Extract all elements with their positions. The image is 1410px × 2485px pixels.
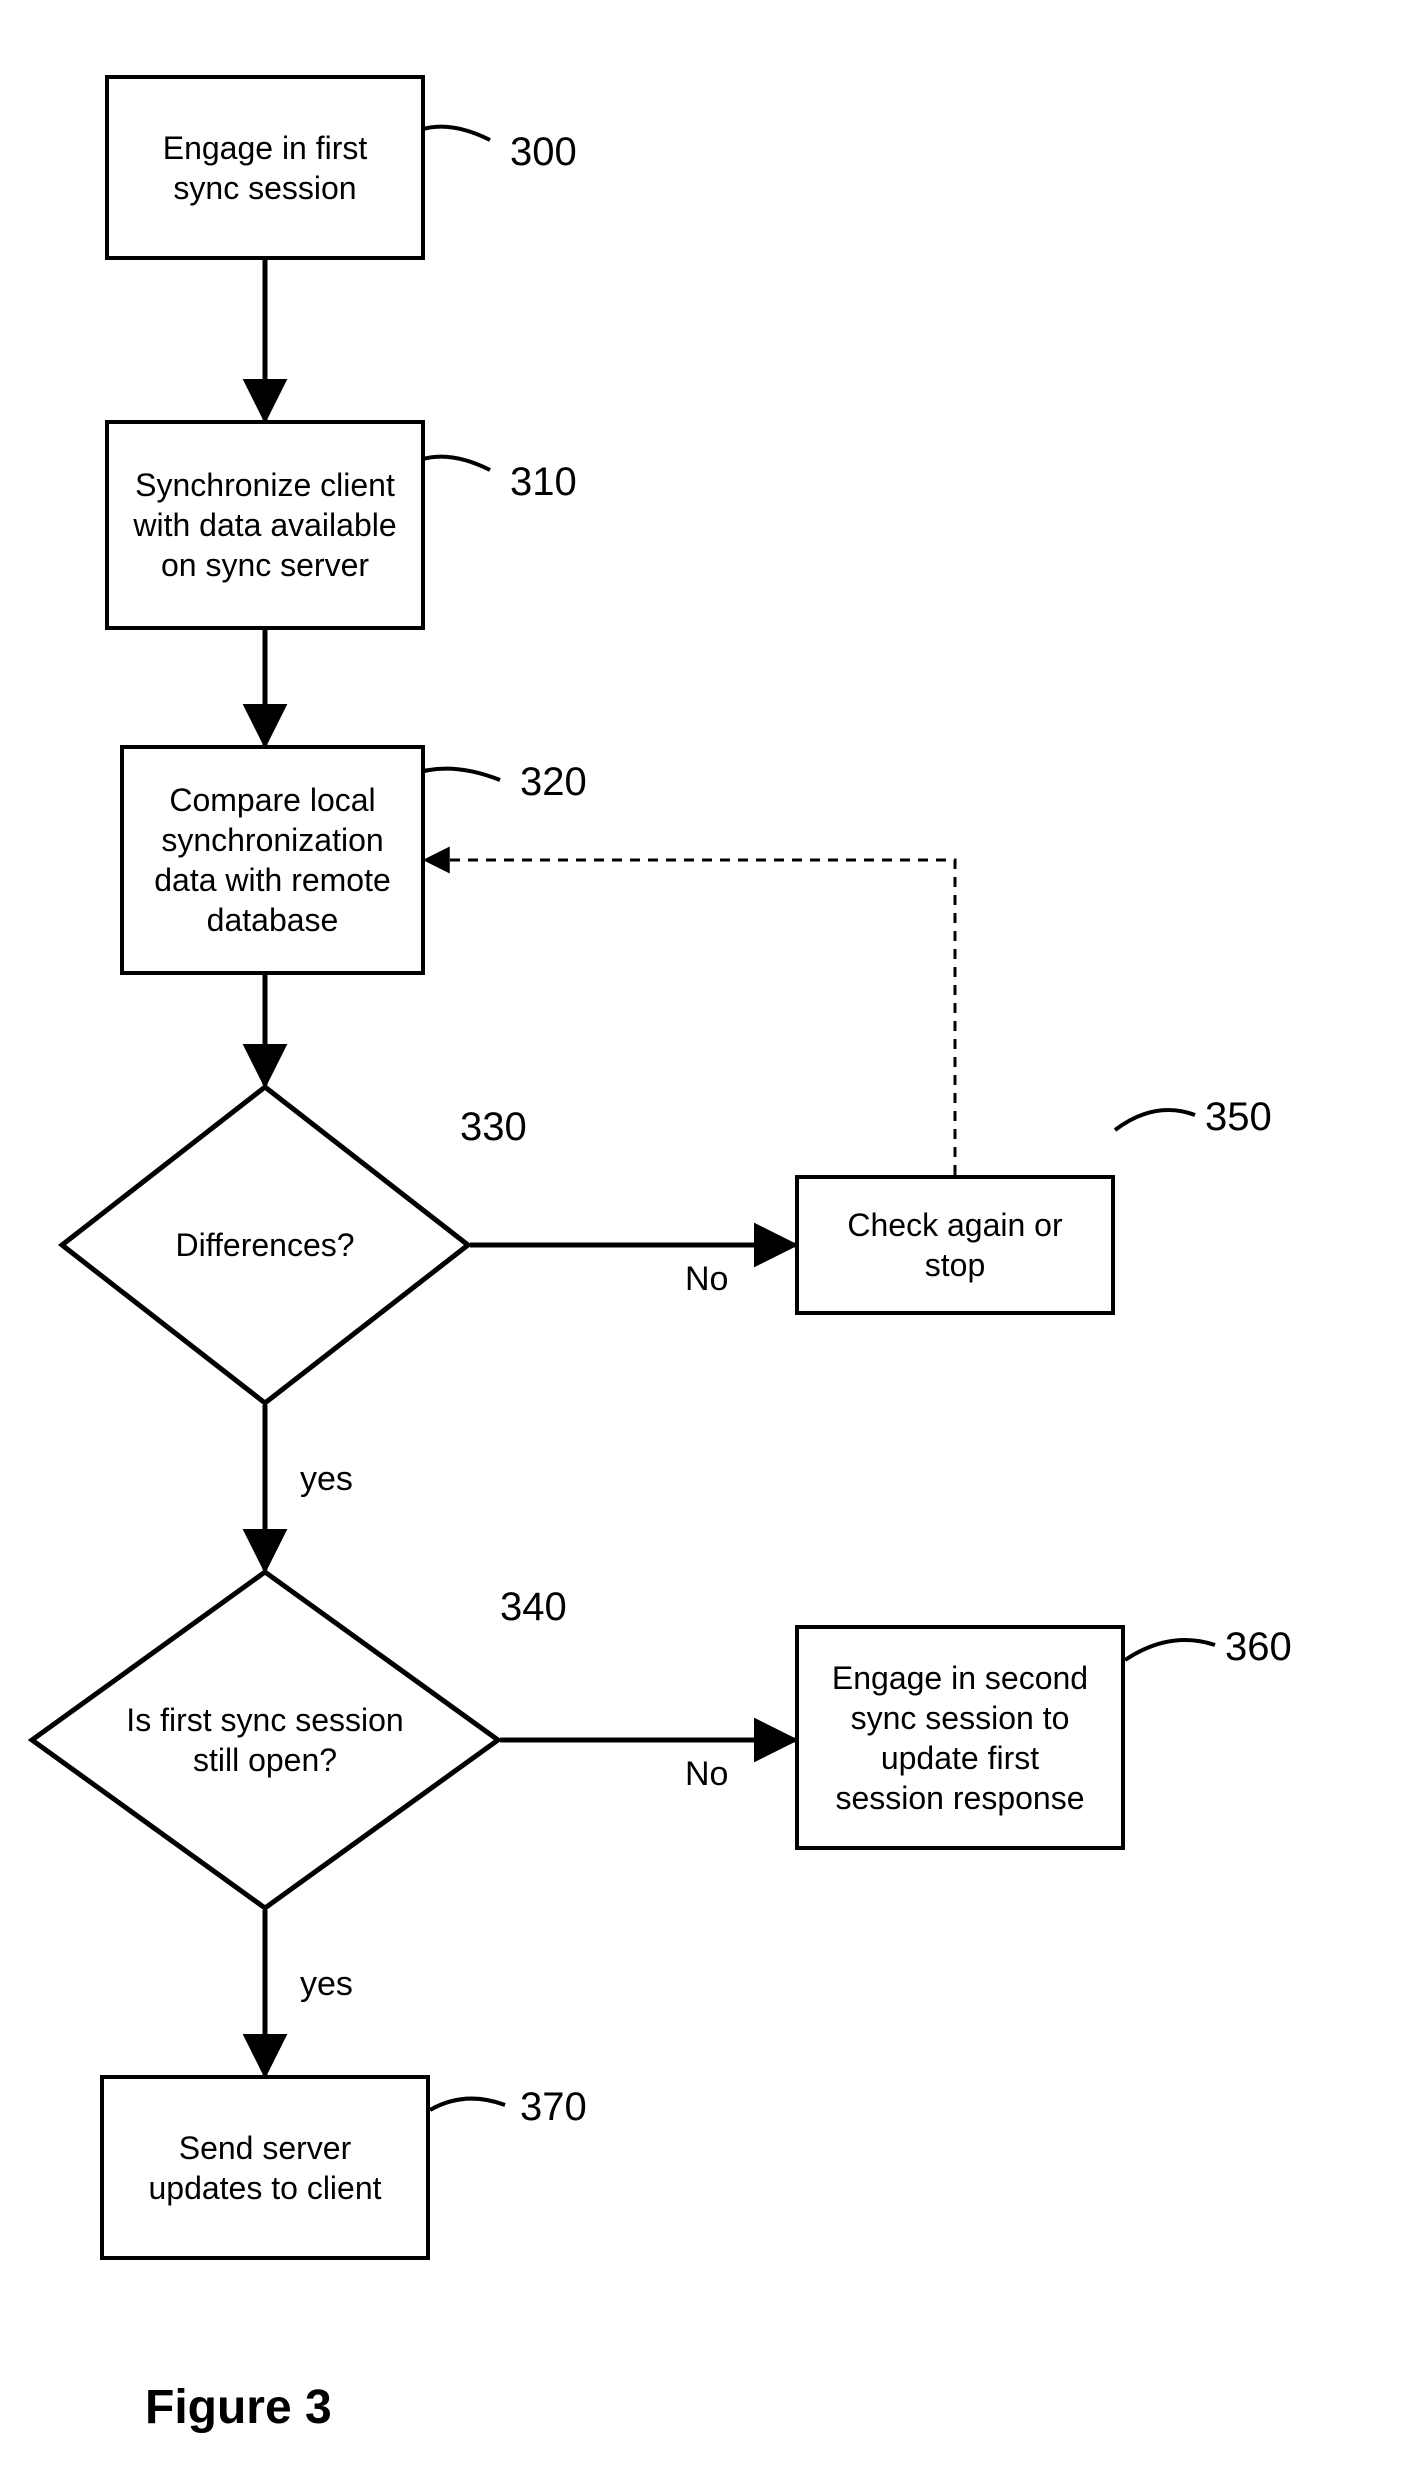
step-text: Engage in secondsync session toupdate fi… — [832, 1658, 1088, 1818]
step-second-session: Engage in secondsync session toupdate fi… — [795, 1625, 1125, 1850]
step-check-again: Check again orstop — [795, 1175, 1115, 1315]
step-compare-data: Compare localsynchronizationdata with re… — [120, 745, 425, 975]
edge-330-no: No — [685, 1260, 728, 1299]
label-320: 320 — [520, 760, 587, 805]
label-360: 360 — [1225, 1625, 1292, 1670]
decision-text: Is first sync sessionstill open? — [126, 1700, 403, 1780]
label-330: 330 — [460, 1105, 527, 1150]
figure-caption: Figure 3 — [145, 2380, 332, 2435]
step-text: Check again orstop — [847, 1205, 1062, 1285]
step-text: Compare localsynchronizationdata with re… — [154, 780, 391, 940]
step-text: Send serverupdates to client — [148, 2128, 381, 2208]
decision-text: Differences? — [175, 1225, 354, 1265]
step-engage-first-session: Engage in firstsync session — [105, 75, 425, 260]
step-send-updates: Send serverupdates to client — [100, 2075, 430, 2260]
label-310: 310 — [510, 460, 577, 505]
edge-330-yes: yes — [300, 1460, 353, 1499]
step-text: Engage in firstsync session — [163, 128, 368, 208]
decision-session-open: Is first sync sessionstill open? — [30, 1570, 500, 1910]
edge-340-yes: yes — [300, 1965, 353, 2004]
label-350: 350 — [1205, 1095, 1272, 1140]
label-300: 300 — [510, 130, 577, 175]
flowchart-canvas: Engage in firstsync session 300 Synchron… — [0, 0, 1410, 2485]
edge-340-no: No — [685, 1755, 728, 1794]
decision-differences: Differences? — [60, 1085, 470, 1405]
step-text: Synchronize clientwith data availableon … — [133, 465, 396, 585]
label-370: 370 — [520, 2085, 587, 2130]
step-sync-client: Synchronize clientwith data availableon … — [105, 420, 425, 630]
label-340: 340 — [500, 1585, 567, 1630]
